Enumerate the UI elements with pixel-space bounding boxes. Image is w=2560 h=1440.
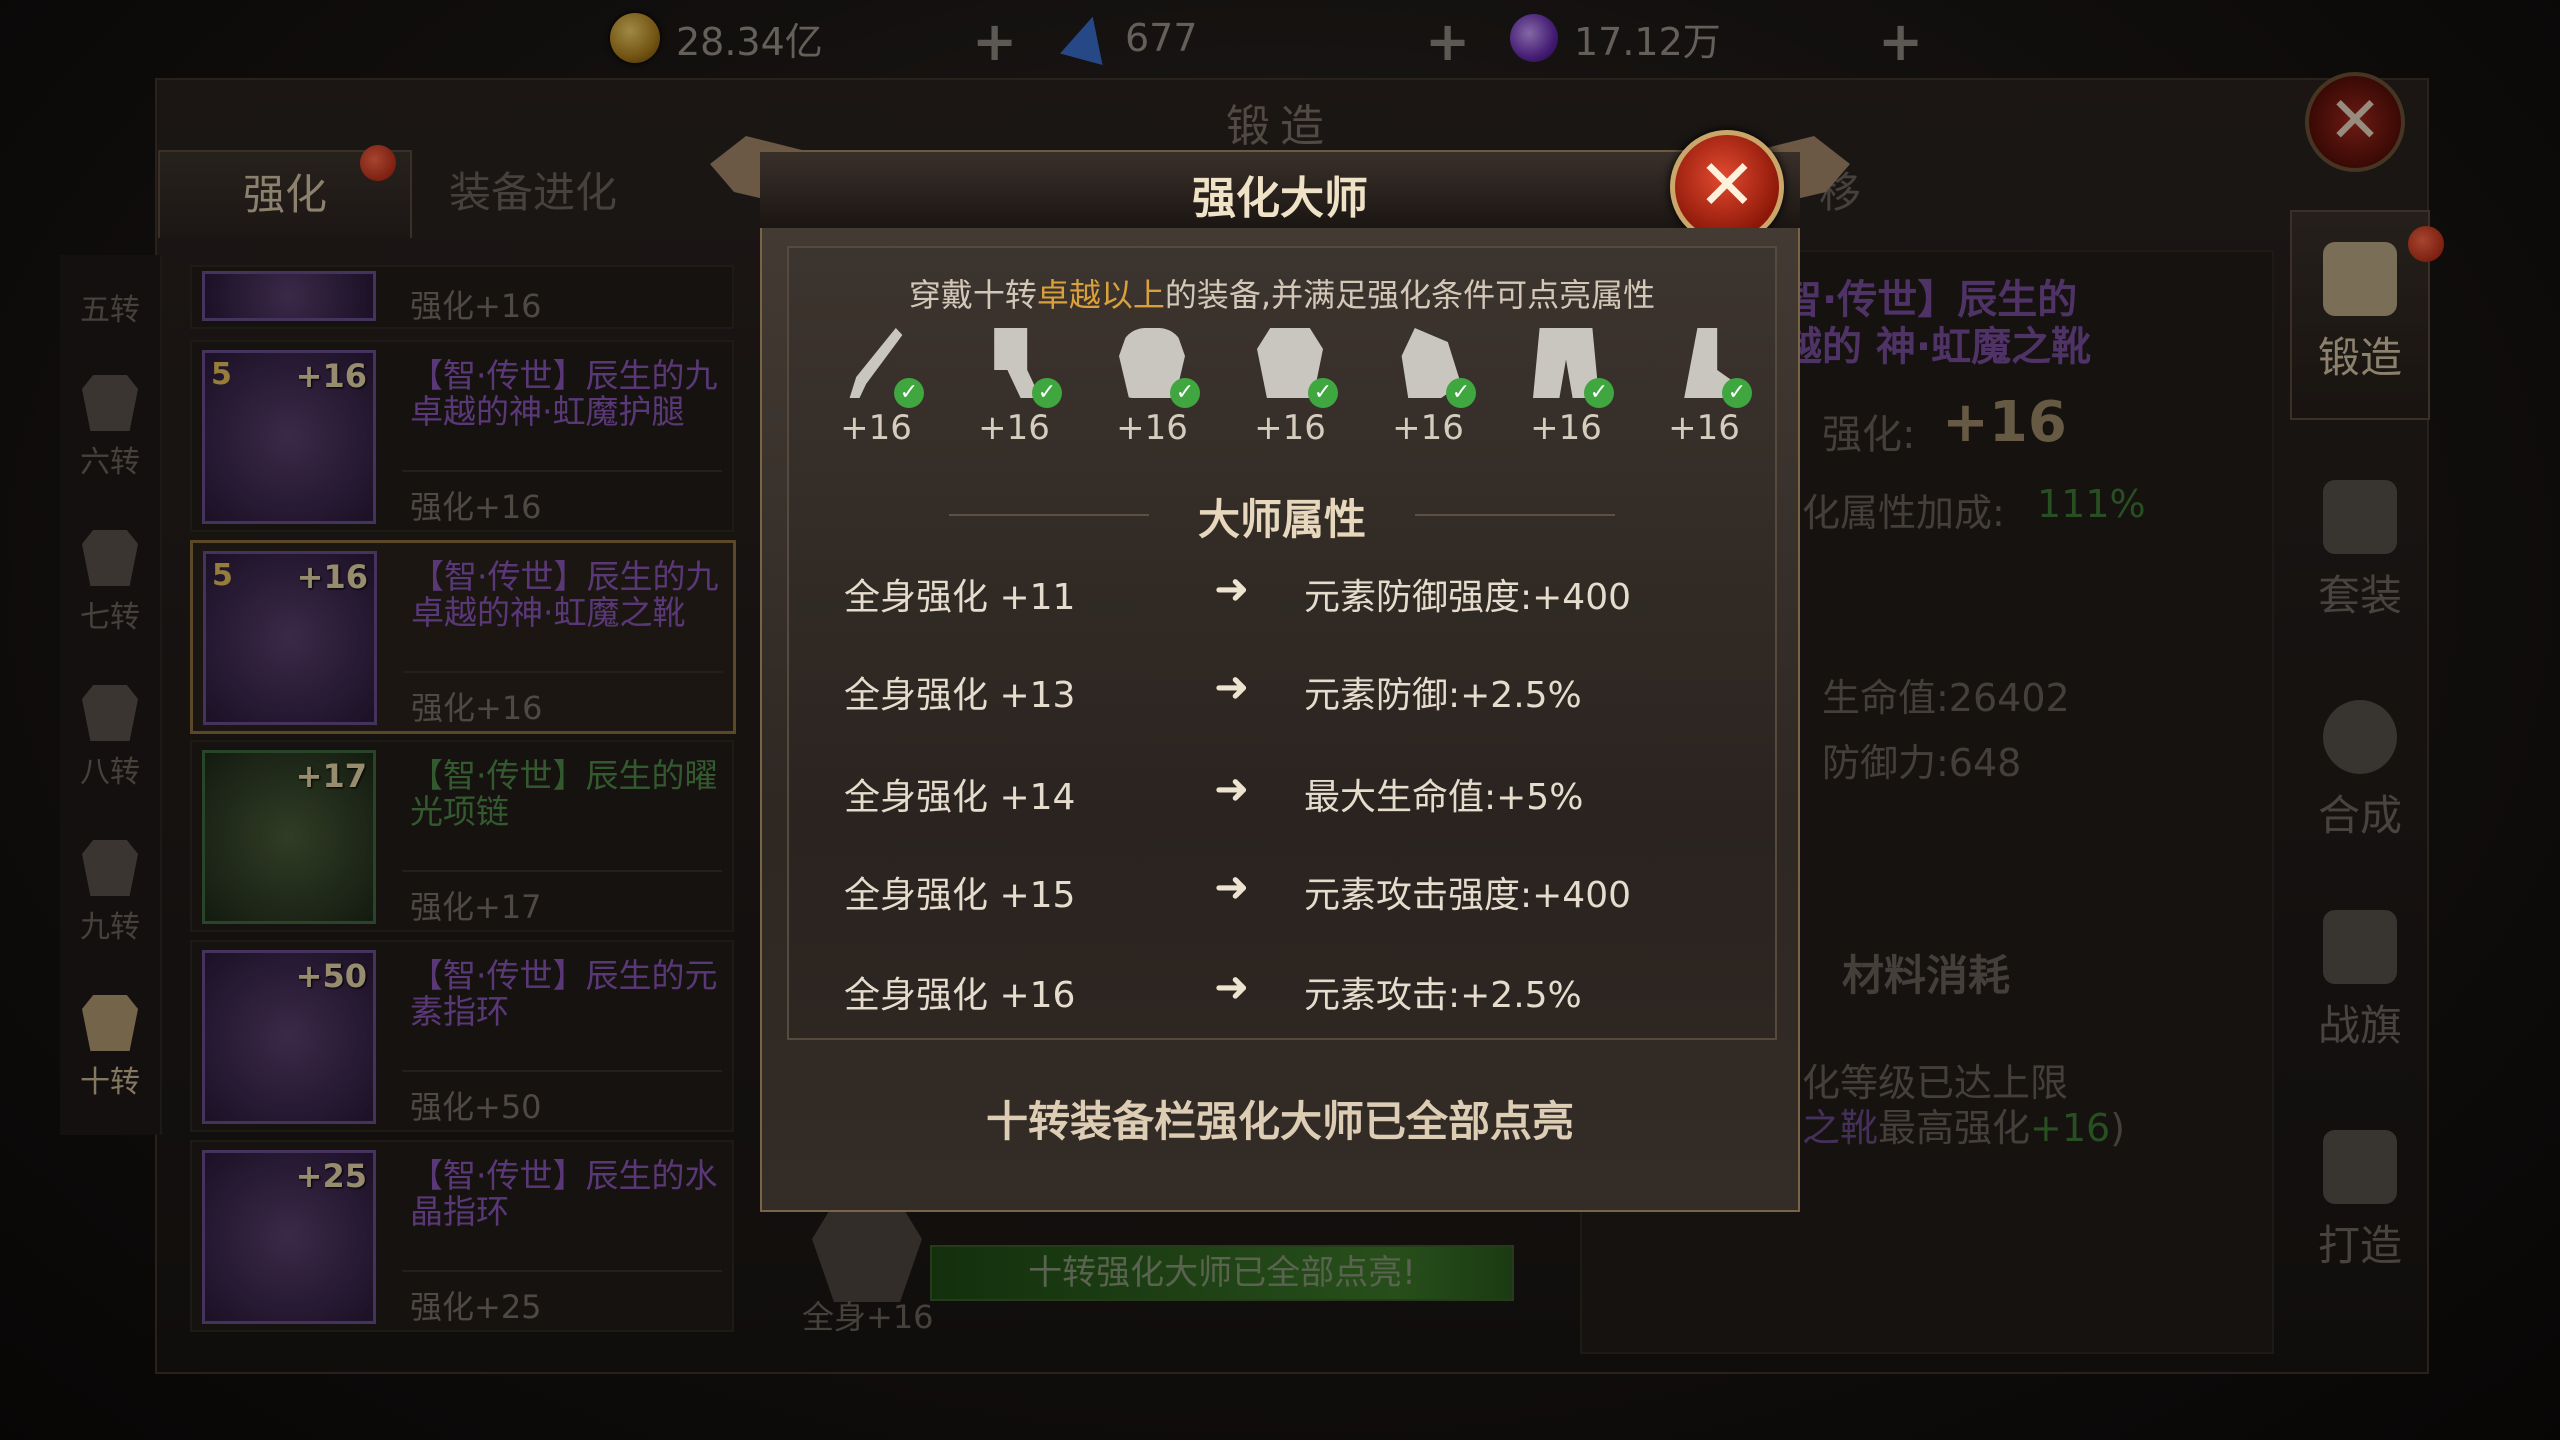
arrow-right-icon: ➜ — [1214, 962, 1250, 1011]
requirement: 全身强化 +16 — [844, 975, 1076, 1016]
arrow-right-icon: ➜ — [1214, 862, 1250, 911]
equip-slot-boots: ✓ +16 — [1654, 328, 1754, 448]
requirement: 全身强化 +15 — [844, 875, 1076, 916]
slot-level: +16 — [1254, 408, 1326, 448]
bonus: 最大生命值:+5% — [1304, 777, 1584, 818]
slot-level: +16 — [840, 408, 912, 448]
master-attributes-title: 大师属性 — [1197, 495, 1366, 544]
slot-level: +16 — [1668, 408, 1740, 448]
master-row: 全身强化 +13 ➜ 元素防御:+2.5% — [844, 662, 1744, 716]
enhance-master-dialog: 强化大师 ✕ 穿戴十转卓越以上的装备,并满足强化条件可点亮属性 ✓ +16 ✓ +1… — [710, 130, 1800, 1212]
check-icon: ✓ — [1584, 378, 1614, 408]
check-icon: ✓ — [1446, 378, 1476, 408]
equip-slot-chest: ✓ +16 — [1240, 328, 1340, 448]
master-row: 全身强化 +16 ➜ 元素攻击:+2.5% — [844, 962, 1744, 1016]
bonus: 元素防御强度:+400 — [1304, 577, 1632, 618]
master-info-panel: 穿戴十转卓越以上的装备,并满足强化条件可点亮属性 ✓ +16 ✓ +16 ✓ +16 … — [787, 246, 1777, 1040]
dialog-header: 强化大师 — [760, 150, 1800, 232]
bonus: 元素攻击:+2.5% — [1304, 975, 1582, 1016]
master-row: 全身强化 +14 ➜ 最大生命值:+5% — [844, 764, 1744, 818]
arrow-right-icon: ➜ — [1214, 764, 1250, 813]
completion-message: 十转装备栏强化大师已全部点亮 — [985, 1097, 1574, 1146]
note-pre: 穿戴十转 — [908, 276, 1037, 314]
check-icon: ✓ — [1722, 378, 1752, 408]
arrow-right-icon: ➜ — [1214, 564, 1250, 613]
equip-slot-helmet: ✓ +16 — [1102, 328, 1202, 448]
dialog-close-button[interactable]: ✕ — [1670, 130, 1784, 244]
master-row: 全身强化 +11 ➜ 元素防御强度:+400 — [844, 564, 1744, 618]
requirement: 全身强化 +13 — [844, 675, 1076, 716]
check-icon: ✓ — [1032, 378, 1062, 408]
equip-slot-offhand: ✓ +16 — [964, 328, 1064, 448]
instruction-text: 穿戴十转卓越以上的装备,并满足强化条件可点亮属性 — [789, 270, 1775, 316]
equip-slot-legs: ✓ +16 — [1516, 328, 1616, 448]
dialog-title: 强化大师 — [1192, 173, 1368, 224]
check-icon: ✓ — [894, 378, 924, 408]
bonus: 元素防御:+2.5% — [1304, 675, 1582, 716]
slot-level: +16 — [1530, 408, 1602, 448]
slot-level: +16 — [1392, 408, 1464, 448]
check-icon: ✓ — [1170, 378, 1200, 408]
slot-level: +16 — [1116, 408, 1188, 448]
slot-level: +16 — [978, 408, 1050, 448]
requirement: 全身强化 +14 — [844, 777, 1076, 818]
master-row: 全身强化 +15 ➜ 元素攻击强度:+400 — [844, 862, 1744, 916]
requirement: 全身强化 +11 — [844, 577, 1076, 618]
arrow-right-icon: ➜ — [1214, 662, 1250, 711]
bonus: 元素攻击强度:+400 — [1304, 875, 1632, 916]
note-post: 的装备,并满足强化条件可点亮属性 — [1164, 276, 1656, 314]
equip-slot-gloves: ✓ +16 — [1378, 328, 1478, 448]
dialog-body: 穿戴十转卓越以上的装备,并满足强化条件可点亮属性 ✓ +16 ✓ +16 ✓ +16 … — [760, 228, 1800, 1212]
note-highlight: 卓越以上 — [1036, 276, 1165, 314]
check-icon: ✓ — [1308, 378, 1338, 408]
equip-slot-weapon: ✓ +16 — [826, 328, 926, 448]
